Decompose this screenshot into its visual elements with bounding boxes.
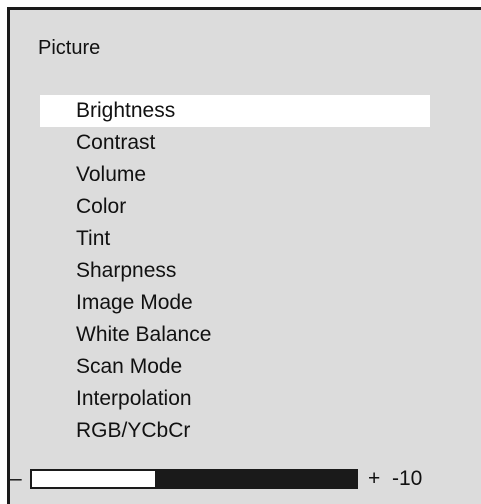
menu-item-tint[interactable]: Tint xyxy=(10,223,481,255)
menu-item-label: White Balance xyxy=(76,323,212,346)
brightness-slider[interactable] xyxy=(30,469,358,489)
brightness-slider-row: – + -10 xyxy=(10,465,481,493)
slider-plus-label[interactable]: + xyxy=(368,465,380,493)
menu-title: Picture xyxy=(38,37,101,59)
menu-item-contrast[interactable]: Contrast xyxy=(10,127,481,159)
menu-item-label: Brightness xyxy=(76,99,176,122)
menu-item-label: Volume xyxy=(76,163,147,186)
menu-item-brightness[interactable]: Brightness xyxy=(40,95,430,127)
menu-item-label: Image Mode xyxy=(76,291,193,314)
menu-item-volume[interactable]: Volume xyxy=(10,159,481,191)
menu-item-white-balance[interactable]: White Balance xyxy=(10,319,481,351)
menu-item-label: Contrast xyxy=(76,131,156,154)
menu-item-interpolation[interactable]: Interpolation xyxy=(10,383,481,415)
menu-item-label: Tint xyxy=(76,227,111,250)
menu-item-label: Color xyxy=(76,195,127,218)
menu-item-color[interactable]: Color xyxy=(10,191,481,223)
slider-value: -10 xyxy=(392,467,423,490)
menu-item-image-mode[interactable]: Image Mode xyxy=(10,287,481,319)
osd-menu-panel: Picture Brightness Contrast Volume Color… xyxy=(7,7,481,504)
menu-item-rgb-ycbcr[interactable]: RGB/YCbCr xyxy=(10,415,481,447)
menu-item-label: Scan Mode xyxy=(76,355,183,378)
menu-list: Brightness Contrast Volume Color Tint Sh… xyxy=(10,95,481,447)
menu-item-label: Interpolation xyxy=(76,387,192,410)
slider-fill xyxy=(32,471,156,487)
slider-minus-label[interactable]: – xyxy=(10,465,22,493)
menu-item-scan-mode[interactable]: Scan Mode xyxy=(10,351,481,383)
menu-item-label: RGB/YCbCr xyxy=(76,419,191,442)
menu-item-label: Sharpness xyxy=(76,259,177,282)
menu-item-sharpness[interactable]: Sharpness xyxy=(10,255,481,287)
